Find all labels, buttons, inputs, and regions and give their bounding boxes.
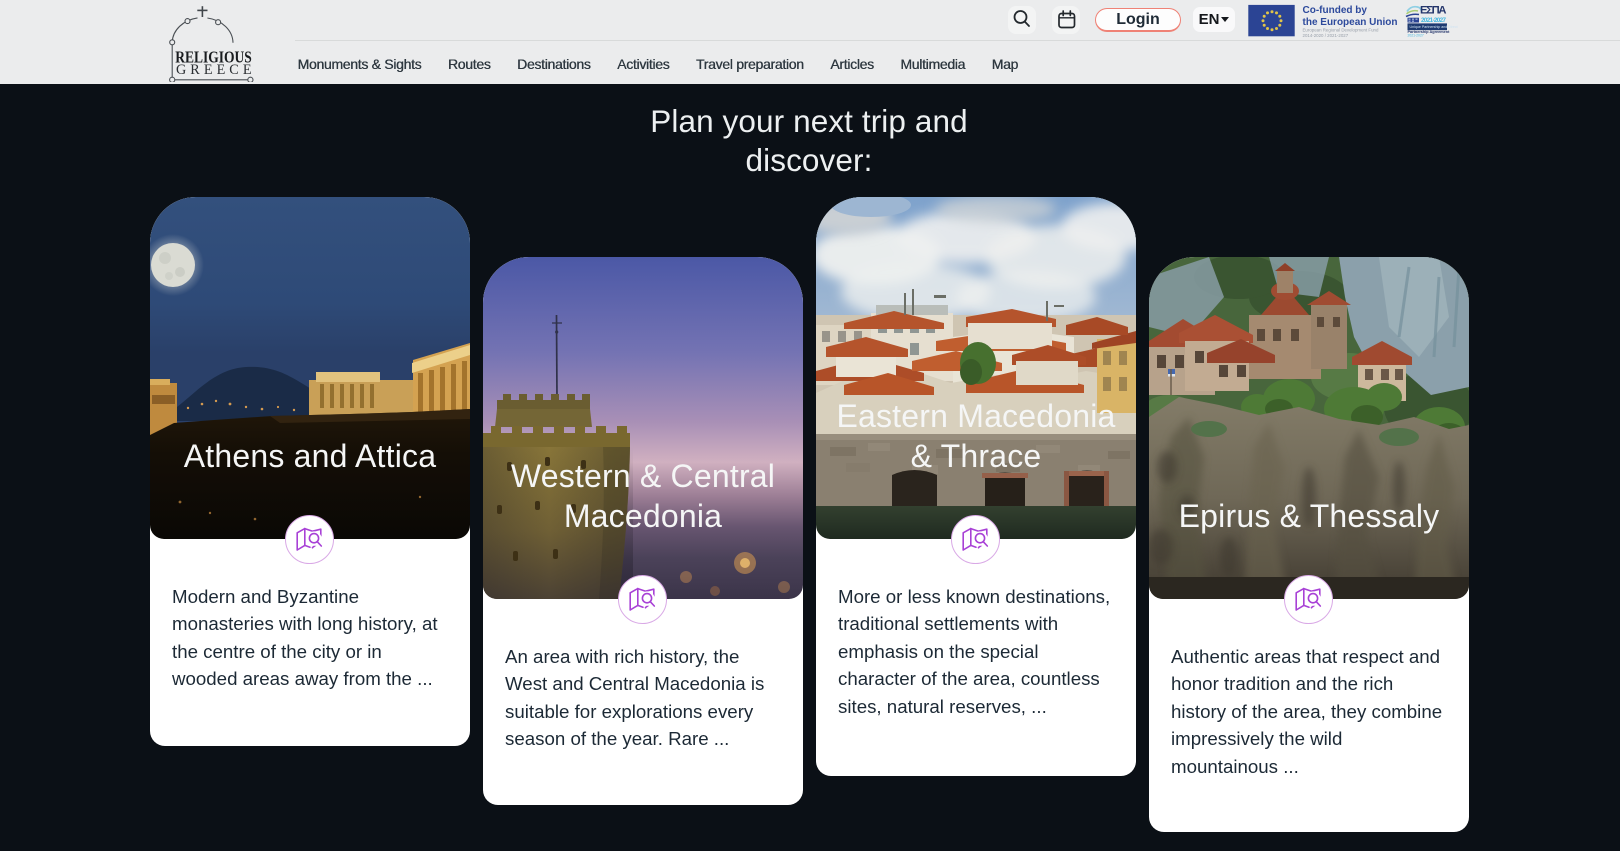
svg-text:European Regional Development: European Regional Development Fund [1303,28,1379,33]
svg-text:2021-2027: 2021-2027 [1408,34,1424,38]
svg-text:2014-2020 / 2021-2027: 2014-2020 / 2021-2027 [1303,33,1349,38]
svg-text:2021-2027: 2021-2027 [1421,17,1446,24]
svg-text:Unique Partnership and Direct: Unique Partnership and Direct [1410,25,1458,29]
svg-text:Co-funded by: Co-funded by [1303,5,1368,16]
svg-text:G R E E C E: G R E E C E [176,62,252,78]
svg-text:ΕΣΠΑ: ΕΣΠΑ [1420,4,1447,16]
